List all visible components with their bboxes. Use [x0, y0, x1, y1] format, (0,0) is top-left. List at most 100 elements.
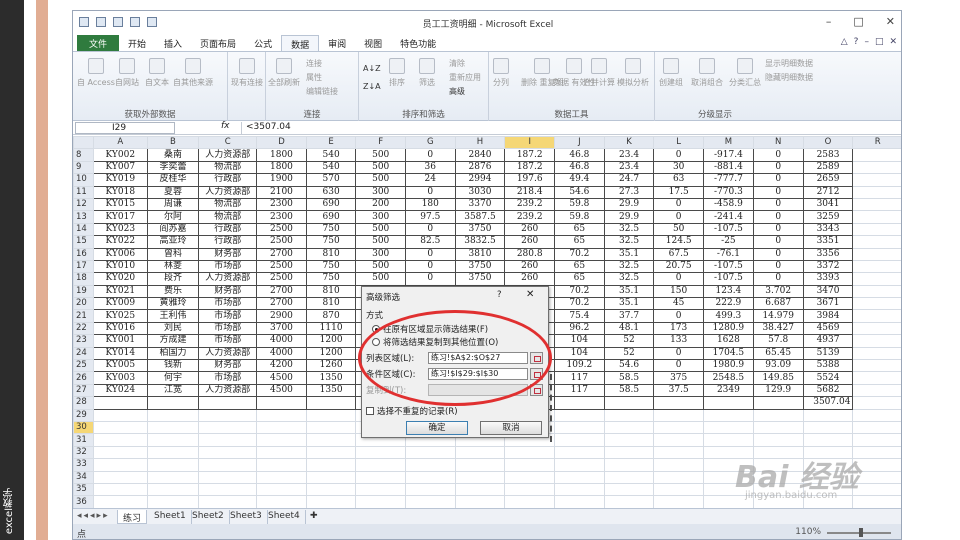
cancel-button[interactable]: 取消	[480, 421, 542, 435]
cell[interactable]: 3750	[454, 272, 506, 286]
row-header[interactable]: 31	[73, 433, 94, 447]
tab-insert[interactable]: 插入	[155, 35, 191, 51]
cell[interactable]: 1350	[305, 383, 357, 398]
existing-connections-button[interactable]: 现有连接	[228, 58, 266, 88]
cell[interactable]: KY024	[92, 383, 148, 398]
cell[interactable]	[852, 210, 901, 224]
cell[interactable]: KY016	[92, 321, 148, 336]
cell[interactable]: 4500	[256, 371, 307, 385]
cell[interactable]: 3351	[802, 235, 854, 249]
cell[interactable]: 117	[554, 371, 605, 385]
cell[interactable]: 260	[504, 235, 556, 249]
cell[interactable]	[554, 482, 605, 497]
cell[interactable]	[305, 495, 357, 508]
group-button[interactable]: 创建组	[659, 58, 683, 88]
row-header[interactable]: 29	[73, 408, 94, 423]
cell[interactable]: 48.1	[603, 321, 655, 336]
cell[interactable]: KY014	[92, 346, 148, 361]
column-header[interactable]: C	[198, 136, 258, 150]
cell[interactable]: KY018	[92, 185, 148, 199]
cell[interactable]: 0	[404, 247, 456, 261]
column-header[interactable]: H	[454, 136, 506, 150]
cell[interactable]: 24	[404, 173, 456, 187]
cell[interactable]	[198, 495, 258, 508]
cell[interactable]: 周谦	[146, 197, 200, 212]
cell[interactable]: 540	[305, 160, 357, 175]
cell[interactable]: 0	[752, 259, 804, 274]
cell[interactable]	[92, 420, 148, 435]
sheet-tab-sheet3[interactable]: Sheet3	[225, 510, 268, 524]
column-header[interactable]: B	[146, 136, 200, 150]
cell[interactable]: 200	[355, 197, 406, 212]
cell[interactable]: 65	[554, 222, 605, 237]
cell[interactable]	[92, 396, 148, 410]
cell[interactable]	[146, 420, 200, 435]
cell[interactable]: 65	[554, 235, 605, 249]
cell[interactable]	[852, 359, 901, 373]
cell[interactable]	[256, 495, 307, 508]
cell[interactable]: 1200	[305, 346, 357, 361]
cell[interactable]: 870	[305, 309, 357, 323]
cell[interactable]: 65.45	[752, 346, 804, 361]
cell[interactable]	[256, 445, 307, 460]
cell[interactable]: 王利伟	[146, 309, 200, 323]
cell[interactable]: 1980.9	[703, 359, 754, 373]
cell[interactable]: KY025	[92, 309, 148, 323]
insert-function-icon[interactable]: fx	[221, 121, 230, 131]
cell[interactable]: 市场部	[198, 334, 258, 348]
cell[interactable]: 行政部	[198, 222, 258, 237]
cell[interactable]	[752, 420, 804, 435]
cell[interactable]: -107.5	[703, 272, 754, 286]
cell[interactable]: 97.5	[404, 210, 456, 224]
cell[interactable]: 260	[504, 222, 556, 237]
cell[interactable]: 260	[504, 259, 556, 274]
cell[interactable]: -881.4	[703, 160, 754, 175]
cell[interactable]: 0	[404, 148, 456, 162]
cell[interactable]: 500	[355, 173, 406, 187]
from-access-button[interactable]: 自 Access	[77, 58, 115, 88]
cell[interactable]: 45	[653, 297, 705, 311]
cell[interactable]: 财务部	[198, 359, 258, 373]
cell[interactable]: 32.5	[603, 235, 655, 249]
cell[interactable]: 499.3	[703, 309, 754, 323]
cell[interactable]	[404, 495, 456, 508]
cell[interactable]: 750	[305, 259, 357, 274]
cell[interactable]	[554, 433, 605, 447]
cell[interactable]: -241.4	[703, 210, 754, 224]
cell[interactable]: 2349	[703, 383, 754, 398]
cell[interactable]: 桑南	[146, 148, 200, 162]
cell[interactable]	[305, 408, 357, 423]
cell[interactable]: 54.6	[554, 185, 605, 199]
cell[interactable]: 300	[355, 210, 406, 224]
cell[interactable]	[504, 470, 556, 484]
cell[interactable]	[404, 470, 456, 484]
cell[interactable]	[198, 482, 258, 497]
tab-formulas[interactable]: 公式	[245, 35, 281, 51]
sort-button[interactable]: 排序	[389, 58, 405, 88]
zoom-level[interactable]: 110%	[795, 527, 821, 537]
from-text-button[interactable]: 自文本	[145, 58, 169, 88]
cell[interactable]: 2700	[256, 247, 307, 261]
cell[interactable]	[603, 482, 655, 497]
cell[interactable]: KY021	[92, 284, 148, 299]
cell[interactable]: 0	[653, 197, 705, 212]
cell[interactable]: 3507.04	[802, 396, 854, 410]
row-header[interactable]: 8	[73, 148, 94, 162]
cell[interactable]: 23.4	[603, 148, 655, 162]
cell[interactable]: 3984	[802, 309, 854, 323]
cell[interactable]: 187.2	[504, 148, 556, 162]
cell[interactable]: 3470	[802, 284, 854, 299]
cell[interactable]	[146, 470, 200, 484]
cell[interactable]: 人力资源部	[198, 185, 258, 199]
cell[interactable]: 1628	[703, 334, 754, 348]
cell[interactable]	[653, 458, 705, 472]
cell[interactable]	[653, 495, 705, 508]
cell[interactable]	[603, 495, 655, 508]
cell[interactable]	[256, 482, 307, 497]
cell[interactable]	[653, 396, 705, 410]
cell[interactable]: 财务部	[198, 247, 258, 261]
cell[interactable]: 1280.9	[703, 321, 754, 336]
cell[interactable]: 52	[603, 334, 655, 348]
cell[interactable]: 3259	[802, 210, 854, 224]
cell[interactable]: 810	[305, 297, 357, 311]
